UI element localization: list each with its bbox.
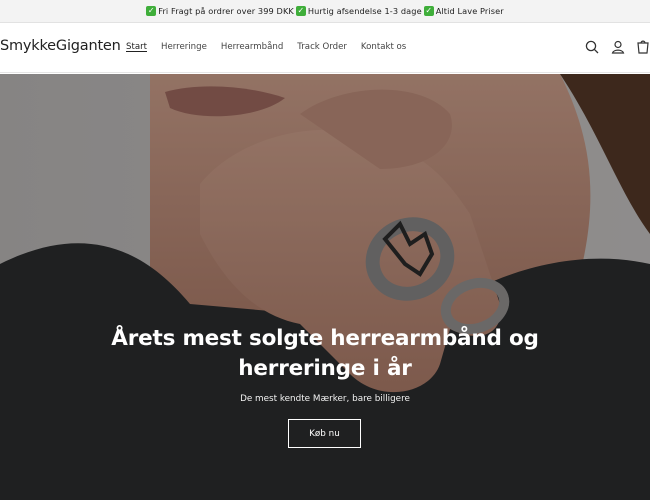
nav-item-track-order[interactable]: Track Order: [297, 42, 347, 52]
nav-item-herreringe[interactable]: Herreringe: [161, 42, 207, 52]
account-icon[interactable]: [610, 39, 626, 55]
announcement-item-shipping: Fri Fragt på ordrer over 399 DKK: [158, 6, 294, 16]
checkmark-icon: ✓: [423, 6, 434, 16]
announcement-item-dispatch: Hurtig afsendelse 1-3 dage: [307, 6, 422, 16]
nav-item-start[interactable]: Start: [126, 42, 147, 52]
hero-subtitle: De mest kendte Mærker, bare billigere: [240, 394, 410, 404]
buy-now-button[interactable]: Køb nu: [288, 419, 361, 448]
checkmark-icon: ✓: [146, 6, 157, 16]
main-nav: Start Herreringe Herrearmbånd Track Orde…: [126, 42, 420, 52]
site-header: SmykkeGiganten Start Herreringe Herrearm…: [0, 23, 650, 73]
announcement-item-prices: Altid Lave Priser: [435, 6, 504, 16]
announcement-bar: ✓ Fri Fragt på ordrer over 399 DKK ✓ Hur…: [0, 0, 650, 23]
nav-item-herrearmband[interactable]: Herrearmbånd: [221, 42, 283, 52]
hero-banner: Årets mest solgte herrearmbånd og herrer…: [0, 74, 650, 500]
hero-title: Årets mest solgte herrearmbånd og herrer…: [111, 326, 539, 381]
checkmark-icon: ✓: [295, 6, 306, 16]
search-icon[interactable]: [584, 39, 600, 55]
nav-item-kontakt[interactable]: Kontakt os: [361, 42, 406, 52]
site-logo[interactable]: SmykkeGiganten: [0, 38, 121, 54]
cart-icon[interactable]: [636, 39, 650, 55]
